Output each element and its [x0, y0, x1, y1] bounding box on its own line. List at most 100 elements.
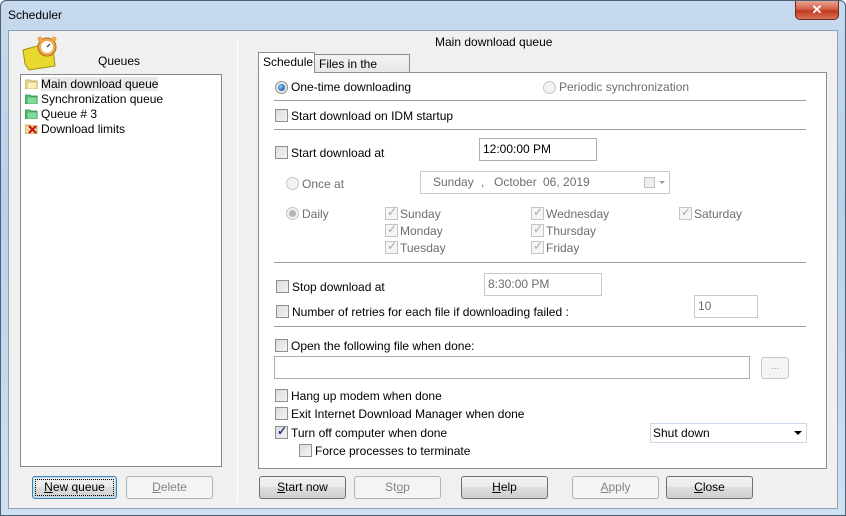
queue-label: Main download queue: [41, 77, 159, 91]
chevron-down-icon: [794, 431, 802, 435]
force-terminate-label: Force processes to terminate: [315, 444, 471, 458]
start-at-label: Start download at: [291, 146, 385, 160]
start-on-startup-label: Start download on IDM startup: [291, 109, 454, 123]
date-day-year: 06, 2019: [543, 175, 590, 189]
day-tuesday-label: Tuesday: [400, 241, 446, 255]
queue-item-sync[interactable]: Synchronization queue: [22, 92, 221, 107]
daily-radio[interactable]: [286, 207, 299, 220]
chevron-down-icon[interactable]: [659, 181, 665, 184]
delete-queue-button[interactable]: Delete: [126, 476, 213, 499]
hang-up-label: Hang up modem when done: [291, 389, 442, 403]
new-queue-button[interactable]: New queue: [32, 476, 117, 499]
window-title: Scheduler: [8, 8, 63, 22]
day-saturday-label: Saturday: [694, 207, 743, 221]
start-now-button[interactable]: Start now: [259, 476, 346, 499]
folder-limits-icon: [25, 124, 38, 134]
button-label: tart now: [285, 480, 328, 494]
panel-separator: [237, 39, 238, 502]
folder-green-icon: [25, 94, 38, 104]
once-date-picker[interactable]: Sunday , October 06, 2019: [420, 171, 670, 194]
divider: [274, 326, 806, 328]
day-wednesday-label: Wednesday: [546, 207, 610, 221]
open-file-checkbox[interactable]: [275, 339, 288, 352]
mnemonic: N: [44, 480, 53, 494]
button-label: St: [385, 480, 397, 494]
retries-checkbox[interactable]: [276, 305, 289, 318]
day-tuesday-checkbox[interactable]: [385, 239, 398, 254]
mnemonic: S: [277, 480, 286, 494]
queue-label: Queue # 3: [41, 107, 98, 121]
stop-time-field[interactable]: 8:30:00 PM: [484, 273, 602, 296]
tab-files-in-queue[interactable]: Files in the queue: [314, 54, 410, 89]
day-thursday-label: Thursday: [546, 224, 597, 238]
queue-item-3[interactable]: Queue # 3: [22, 107, 221, 122]
start-time-field[interactable]: 12:00:00 PM: [479, 138, 597, 161]
queue-label: Download limits: [41, 122, 126, 136]
exit-idm-checkbox[interactable]: [275, 407, 288, 420]
day-sunday-label: Sunday: [400, 207, 441, 221]
retries-field[interactable]: 10: [694, 295, 758, 318]
day-thursday-checkbox[interactable]: [531, 222, 544, 237]
scheduler-window: Scheduler ✕ Queues Main download queue S…: [0, 0, 846, 516]
stop-at-checkbox[interactable]: [276, 280, 289, 293]
dialog-client: Queues Main download queue Synchronizati…: [8, 30, 838, 509]
periodic-sync-radio[interactable]: [543, 81, 556, 94]
title-bar[interactable]: Scheduler ✕: [1, 1, 845, 29]
divider: [274, 129, 806, 131]
day-monday-checkbox[interactable]: [385, 222, 398, 237]
close-icon[interactable]: ✕: [795, 1, 839, 20]
mnemonic: C: [694, 480, 703, 494]
queue-list[interactable]: Main download queue Synchronization queu…: [20, 74, 222, 467]
day-sunday-checkbox[interactable]: [385, 205, 398, 220]
retries-label: Number of retries for each file if downl…: [292, 305, 569, 319]
mnemonic: D: [152, 480, 161, 494]
close-button[interactable]: Close: [666, 476, 753, 499]
button-label: lose: [702, 480, 725, 494]
button-label: pply: [608, 480, 631, 494]
folder-green-icon: [25, 109, 38, 119]
open-file-path-field[interactable]: [274, 356, 750, 379]
day-wednesday-checkbox[interactable]: [531, 205, 544, 220]
open-file-label: Open the following file when done:: [291, 339, 475, 353]
mnemonic: A: [600, 480, 609, 494]
daily-label: Daily: [302, 207, 329, 221]
stop-at-label: Stop download at: [292, 280, 385, 294]
help-button[interactable]: Help: [461, 476, 548, 499]
queue-label: Synchronization queue: [41, 92, 164, 106]
folder-yellow-icon: [25, 79, 38, 89]
stop-button[interactable]: Stop: [354, 476, 441, 499]
periodic-sync-label: Periodic synchronization: [559, 80, 690, 94]
button-label: elete: [160, 480, 187, 494]
browse-button[interactable]: ...: [761, 357, 789, 379]
divider: [274, 262, 806, 264]
once-at-label: Once at: [302, 177, 345, 191]
one-time-radio[interactable]: [275, 81, 288, 94]
queue-title: Main download queue: [435, 35, 553, 49]
shutdown-action-select[interactable]: Shut down: [650, 423, 807, 443]
force-terminate-checkbox[interactable]: [299, 444, 312, 457]
turn-off-checkbox[interactable]: [275, 424, 288, 439]
calendar-icon[interactable]: [644, 177, 655, 188]
day-saturday-checkbox[interactable]: [679, 205, 692, 220]
button-label: elp: [500, 480, 517, 494]
mnemonic: H: [492, 480, 501, 494]
button-label: ew queue: [52, 480, 105, 494]
exit-idm-label: Exit Internet Download Manager when done: [291, 407, 525, 421]
queue-item-main[interactable]: Main download queue: [22, 77, 221, 92]
start-at-checkbox[interactable]: [275, 146, 288, 159]
one-time-label: One-time downloading: [291, 80, 412, 94]
date-weekday: Sunday: [433, 175, 474, 189]
day-monday-label: Monday: [400, 224, 443, 238]
selected-value: Shut down: [653, 426, 710, 440]
queue-item-download-limits[interactable]: Download limits: [22, 122, 221, 137]
divider: [274, 100, 806, 102]
day-friday-label: Friday: [546, 241, 580, 255]
start-on-startup-checkbox[interactable]: [275, 109, 288, 122]
queues-label: Queues: [98, 54, 141, 68]
scheduler-clock-folder-icon: [22, 36, 57, 71]
tab-schedule[interactable]: Schedule: [258, 52, 315, 73]
apply-button[interactable]: Apply: [572, 476, 659, 499]
hang-up-checkbox[interactable]: [275, 389, 288, 402]
once-at-radio[interactable]: [286, 177, 299, 190]
day-friday-checkbox[interactable]: [531, 239, 544, 254]
